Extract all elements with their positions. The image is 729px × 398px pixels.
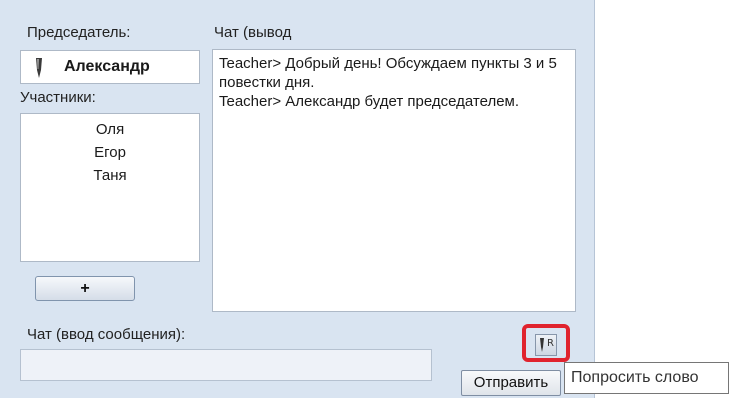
request-letter: R [547,338,554,349]
participants-label: Участники: [20,89,96,106]
chat-message: Teacher> Александр будет председателем. [219,93,520,110]
chat-message: Teacher> Добрый день! Обсуждаем пункты 3… [219,55,557,91]
chat-output[interactable]: Teacher> Добрый день! Обсуждаем пункты 3… [212,49,576,312]
pen-icon [36,58,42,78]
add-participant-button[interactable]: + [35,276,135,301]
chat-output-label: Чат (вывод [214,24,292,41]
chat-input-label: Чат (ввод сообщения): [27,326,186,343]
conference-panel: Председатель: Александр Участники: Оля Е… [0,0,595,398]
participant-item[interactable]: Егор [21,141,199,164]
pen-request-icon: R [535,334,557,356]
tooltip: Попросить слово [564,362,729,394]
send-button[interactable]: Отправить [461,370,561,396]
participant-item[interactable]: Оля [21,118,199,141]
chat-message-input[interactable] [20,349,432,381]
chair-box: Александр [20,50,200,84]
chair-name: Александр [64,58,150,75]
participants-list[interactable]: Оля Егор Таня [20,113,200,262]
request-floor-button[interactable]: R [522,324,570,362]
participant-item[interactable]: Таня [21,164,199,187]
chair-label: Председатель: [27,24,131,41]
pen-icon [540,338,544,352]
